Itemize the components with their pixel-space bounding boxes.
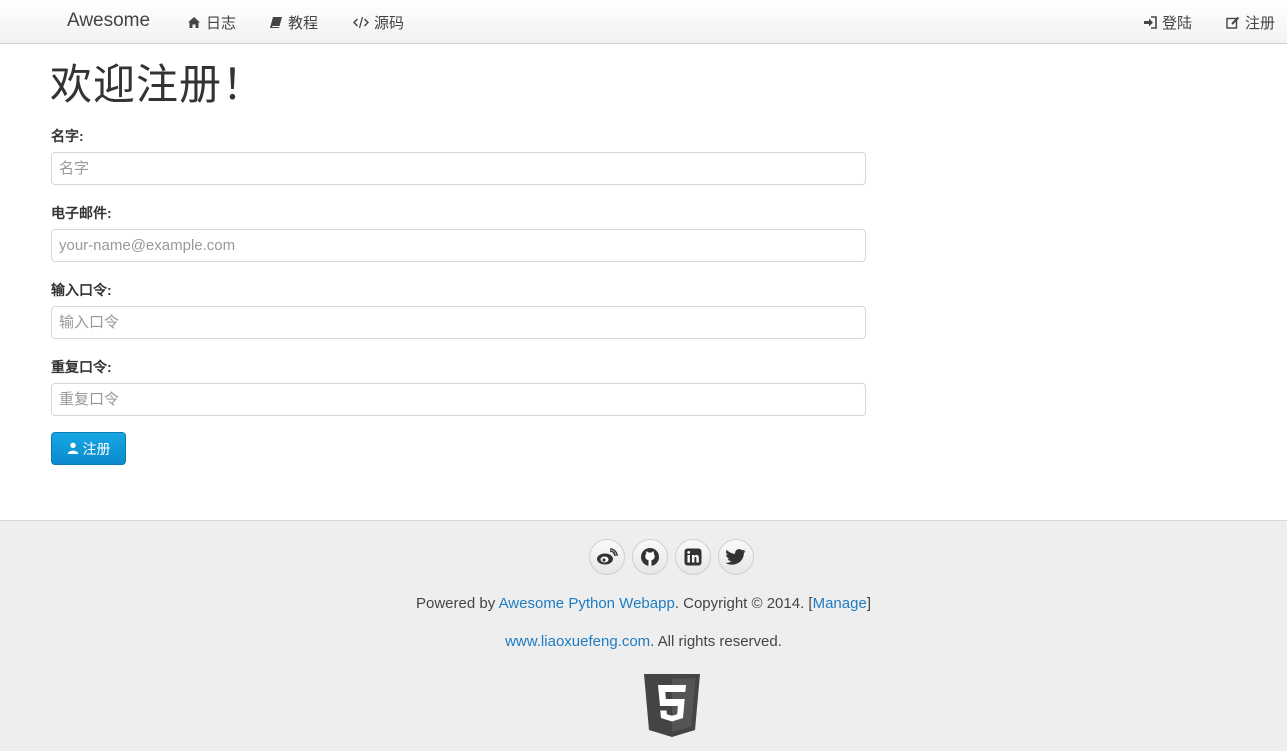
bracket-close: ]: [866, 595, 871, 612]
nav-item-signin[interactable]: 登陆: [1143, 12, 1192, 33]
twitter-icon[interactable]: [718, 539, 754, 575]
code-icon: [353, 16, 369, 29]
home-icon: [187, 16, 201, 29]
edit-icon: [1226, 16, 1240, 29]
email-input[interactable]: [51, 229, 866, 262]
top-navbar: Awesome 日志 教程 源码 登陆 注册: [0, 0, 1287, 44]
book-icon: [269, 16, 283, 29]
brand-link[interactable]: Awesome: [67, 10, 150, 32]
register-button[interactable]: 注册: [51, 432, 126, 465]
html5-icon: [644, 674, 700, 741]
email-label: 电子邮件:: [51, 205, 112, 221]
password-confirm-label: 重复口令:: [51, 359, 112, 375]
github-icon[interactable]: [632, 539, 668, 575]
password-confirm-input[interactable]: [51, 383, 866, 416]
nav-item-label: 注册: [1245, 15, 1276, 32]
nav-item-label: 登陆: [1162, 15, 1193, 32]
nav-item-label: 教程: [288, 15, 319, 32]
site-link[interactable]: www.liaoxuefeng.com: [505, 633, 650, 650]
password-label: 输入口令:: [51, 282, 112, 298]
page-title: 欢迎注册！: [50, 60, 266, 109]
powered-by-line: Powered by Awesome Python Webapp. Copyri…: [0, 595, 1287, 612]
register-button-label: 注册: [82, 440, 111, 457]
nav-item-tutorial[interactable]: 教程: [269, 12, 318, 33]
footer: Powered by Awesome Python Webapp. Copyri…: [0, 520, 1287, 751]
nav-item-label: 日志: [206, 15, 237, 32]
nav-item-blog[interactable]: 日志: [187, 12, 236, 33]
rights-text: . All rights reserved.: [650, 633, 782, 650]
powered-by-link[interactable]: Awesome Python Webapp: [499, 595, 675, 612]
user-icon: [67, 441, 79, 457]
manage-link[interactable]: Manage: [813, 595, 867, 612]
password-input[interactable]: [51, 306, 866, 339]
sign-in-icon: [1143, 16, 1157, 29]
nav-item-source[interactable]: 源码: [353, 12, 404, 33]
powered-prefix: Powered by: [416, 595, 499, 612]
weibo-icon[interactable]: [589, 539, 625, 575]
site-line: www.liaoxuefeng.com. All rights reserved…: [0, 633, 1287, 650]
name-label: 名字:: [51, 128, 84, 144]
linkedin-icon[interactable]: [675, 539, 711, 575]
nav-item-label: 源码: [374, 15, 405, 32]
nav-item-register[interactable]: 注册: [1226, 12, 1275, 33]
name-input[interactable]: [51, 152, 866, 185]
copyright-text: . Copyright © 2014. [: [674, 595, 813, 612]
